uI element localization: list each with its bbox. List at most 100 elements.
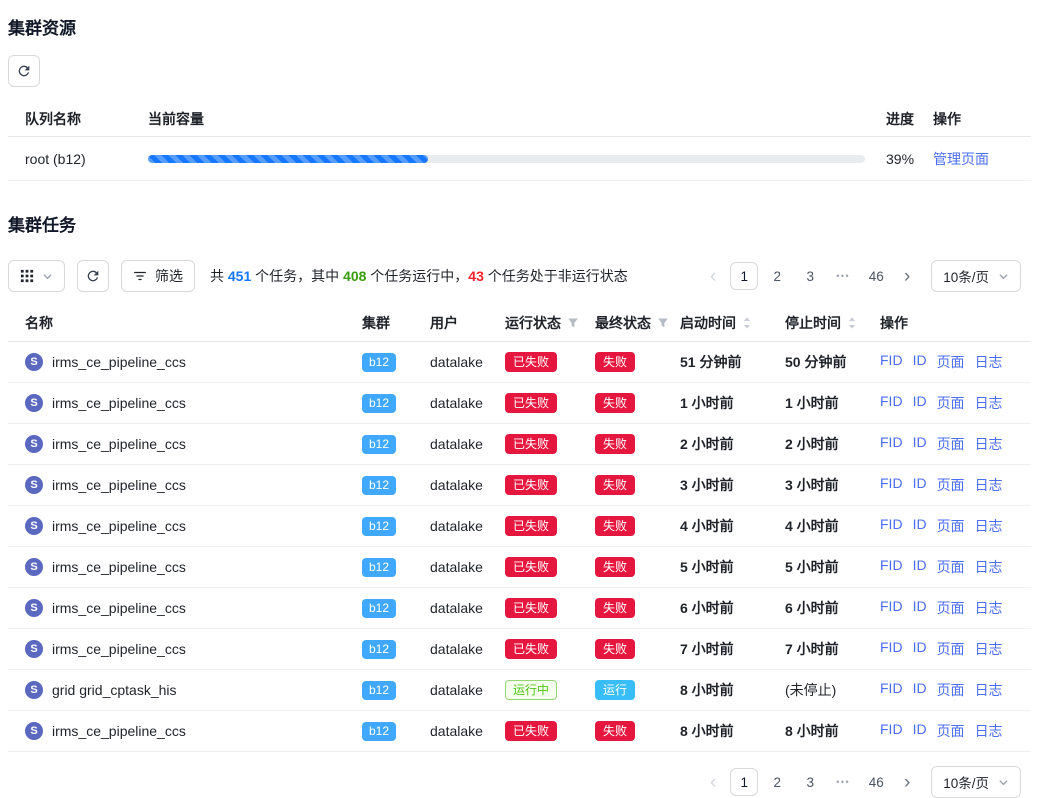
pagination-page[interactable]: 3 bbox=[796, 768, 824, 796]
row-action-link[interactable]: FID bbox=[880, 393, 903, 413]
row-action-link[interactable]: FID bbox=[880, 598, 903, 618]
stop-time: 6 小时前 bbox=[785, 598, 880, 618]
manage-page-link[interactable]: 管理页面 bbox=[933, 151, 989, 167]
pagination-prev-icon[interactable]: ‹ bbox=[701, 768, 725, 796]
row-action-link[interactable]: 日志 bbox=[975, 475, 1003, 495]
final-status-badge: 运行 bbox=[595, 680, 635, 700]
row-action-link[interactable]: ID bbox=[913, 352, 927, 372]
row-action-link[interactable]: ID bbox=[913, 680, 927, 700]
pagination-prev-icon[interactable]: ‹ bbox=[701, 262, 725, 290]
row-actions: FID ID 页面日志 bbox=[880, 352, 1031, 372]
filter-funnel-icon[interactable] bbox=[657, 317, 669, 329]
row-action-link[interactable]: FID bbox=[880, 721, 903, 741]
table-row: S irms_ce_pipeline_ccs b12 datalake 已失败 … bbox=[8, 383, 1031, 424]
tasks-refresh-button[interactable] bbox=[77, 260, 109, 292]
page-size-value: 10条/页 bbox=[943, 266, 989, 286]
row-action-link[interactable]: 页面 bbox=[937, 639, 965, 659]
row-action-link[interactable]: ID bbox=[913, 721, 927, 741]
pagination-page[interactable]: 1 bbox=[730, 262, 758, 290]
task-table-body: S irms_ce_pipeline_ccs b12 datalake 已失败 … bbox=[8, 342, 1031, 752]
cluster-badge: b12 bbox=[362, 394, 396, 413]
row-action-link[interactable]: ID bbox=[913, 475, 927, 495]
row-action-link[interactable]: ID bbox=[913, 434, 927, 454]
pagination-page[interactable]: 46 bbox=[862, 768, 890, 796]
capacity-progress-bar bbox=[148, 155, 865, 163]
sort-icon[interactable] bbox=[742, 316, 752, 330]
start-time: 6 小时前 bbox=[680, 598, 785, 618]
row-action-link[interactable]: 页面 bbox=[937, 598, 965, 618]
row-action-link[interactable]: ID bbox=[913, 639, 927, 659]
row-action-link[interactable]: 页面 bbox=[937, 352, 965, 372]
stop-time: 4 小时前 bbox=[785, 516, 880, 536]
row-action-link[interactable]: FID bbox=[880, 434, 903, 454]
pagination-page[interactable]: 2 bbox=[763, 262, 791, 290]
table-row: S irms_ce_pipeline_ccs b12 datalake 已失败 … bbox=[8, 342, 1031, 383]
col-final-status-label: 最终状态 bbox=[595, 313, 651, 333]
row-action-link[interactable]: 日志 bbox=[975, 516, 1003, 536]
row-action-link[interactable]: FID bbox=[880, 557, 903, 577]
capacity-progress-fill bbox=[148, 155, 428, 163]
final-status-badge: 失败 bbox=[595, 639, 635, 659]
sort-icon[interactable] bbox=[847, 316, 857, 330]
pagination-page[interactable]: 46 bbox=[862, 262, 890, 290]
pagination-page[interactable]: 2 bbox=[763, 768, 791, 796]
page-size-select[interactable]: 10条/页 bbox=[931, 260, 1021, 292]
row-action-link[interactable]: FID bbox=[880, 352, 903, 372]
row-action-link[interactable]: 页面 bbox=[937, 434, 965, 454]
final-status-badge: 失败 bbox=[595, 557, 635, 577]
row-action-link[interactable]: 日志 bbox=[975, 680, 1003, 700]
row-action-link[interactable]: FID bbox=[880, 639, 903, 659]
col-queue-name: 队列名称 bbox=[25, 109, 148, 129]
refresh-icon bbox=[85, 268, 101, 284]
row-action-link[interactable]: 日志 bbox=[975, 557, 1003, 577]
row-action-link[interactable]: FID bbox=[880, 516, 903, 536]
run-status-badge: 已失败 bbox=[505, 516, 557, 536]
row-action-link[interactable]: 页面 bbox=[937, 721, 965, 741]
row-action-link[interactable]: 日志 bbox=[975, 721, 1003, 741]
page-size-select[interactable]: 10条/页 bbox=[931, 766, 1021, 798]
run-status-badge: 已失败 bbox=[505, 393, 557, 413]
row-action-link[interactable]: 页面 bbox=[937, 475, 965, 495]
row-action-link[interactable]: 日志 bbox=[975, 352, 1003, 372]
row-action-link[interactable]: 日志 bbox=[975, 598, 1003, 618]
task-user: datalake bbox=[430, 641, 505, 657]
summary-text: 个任务处于非运行状态 bbox=[484, 268, 628, 284]
row-action-link[interactable]: 日志 bbox=[975, 434, 1003, 454]
row-action-link[interactable]: ID bbox=[913, 598, 927, 618]
run-status-badge: 运行中 bbox=[505, 680, 557, 700]
cluster-badge: b12 bbox=[362, 435, 396, 454]
cluster-badge: b12 bbox=[362, 517, 396, 536]
row-action-link[interactable]: ID bbox=[913, 516, 927, 536]
row-action-link[interactable]: 页面 bbox=[937, 557, 965, 577]
row-action-link[interactable]: FID bbox=[880, 680, 903, 700]
summary-total-count: 451 bbox=[228, 268, 251, 284]
pagination-page[interactable]: 1 bbox=[730, 768, 758, 796]
spark-avatar-icon: S bbox=[25, 640, 43, 658]
layout-dropdown-button[interactable] bbox=[8, 260, 65, 292]
row-action-link[interactable]: ID bbox=[913, 557, 927, 577]
pagination-next-icon[interactable]: › bbox=[895, 768, 919, 796]
task-summary: 共 451 个任务，其中 408 个任务运行中，43 个任务处于非运行状态 bbox=[210, 266, 628, 286]
filter-button[interactable]: 筛选 bbox=[121, 260, 195, 292]
row-action-link[interactable]: 日志 bbox=[975, 639, 1003, 659]
spark-avatar-icon: S bbox=[25, 476, 43, 494]
row-action-link[interactable]: 页面 bbox=[937, 393, 965, 413]
pagination-ellipsis: ••• bbox=[829, 262, 857, 290]
pagination-page[interactable]: 3 bbox=[796, 262, 824, 290]
row-action-link[interactable]: 日志 bbox=[975, 393, 1003, 413]
col-run-status: 运行状态 bbox=[505, 313, 595, 333]
spark-avatar-icon: S bbox=[25, 681, 43, 699]
cluster-badge: b12 bbox=[362, 558, 396, 577]
tasks-table-header: 名称 集群 用户 运行状态 最终状态 启动时间 停止时间 操作 bbox=[8, 304, 1031, 342]
filter-funnel-icon[interactable] bbox=[567, 317, 579, 329]
row-action-link[interactable]: 页面 bbox=[937, 516, 965, 536]
filter-button-label: 筛选 bbox=[155, 266, 183, 286]
chevron-down-icon bbox=[998, 777, 1009, 788]
row-actions: FID ID 页面日志 bbox=[880, 475, 1031, 495]
row-action-link[interactable]: ID bbox=[913, 393, 927, 413]
row-action-link[interactable]: FID bbox=[880, 475, 903, 495]
spark-avatar-icon: S bbox=[25, 558, 43, 576]
row-action-link[interactable]: 页面 bbox=[937, 680, 965, 700]
pagination-next-icon[interactable]: › bbox=[895, 262, 919, 290]
resources-refresh-button[interactable] bbox=[8, 55, 40, 87]
